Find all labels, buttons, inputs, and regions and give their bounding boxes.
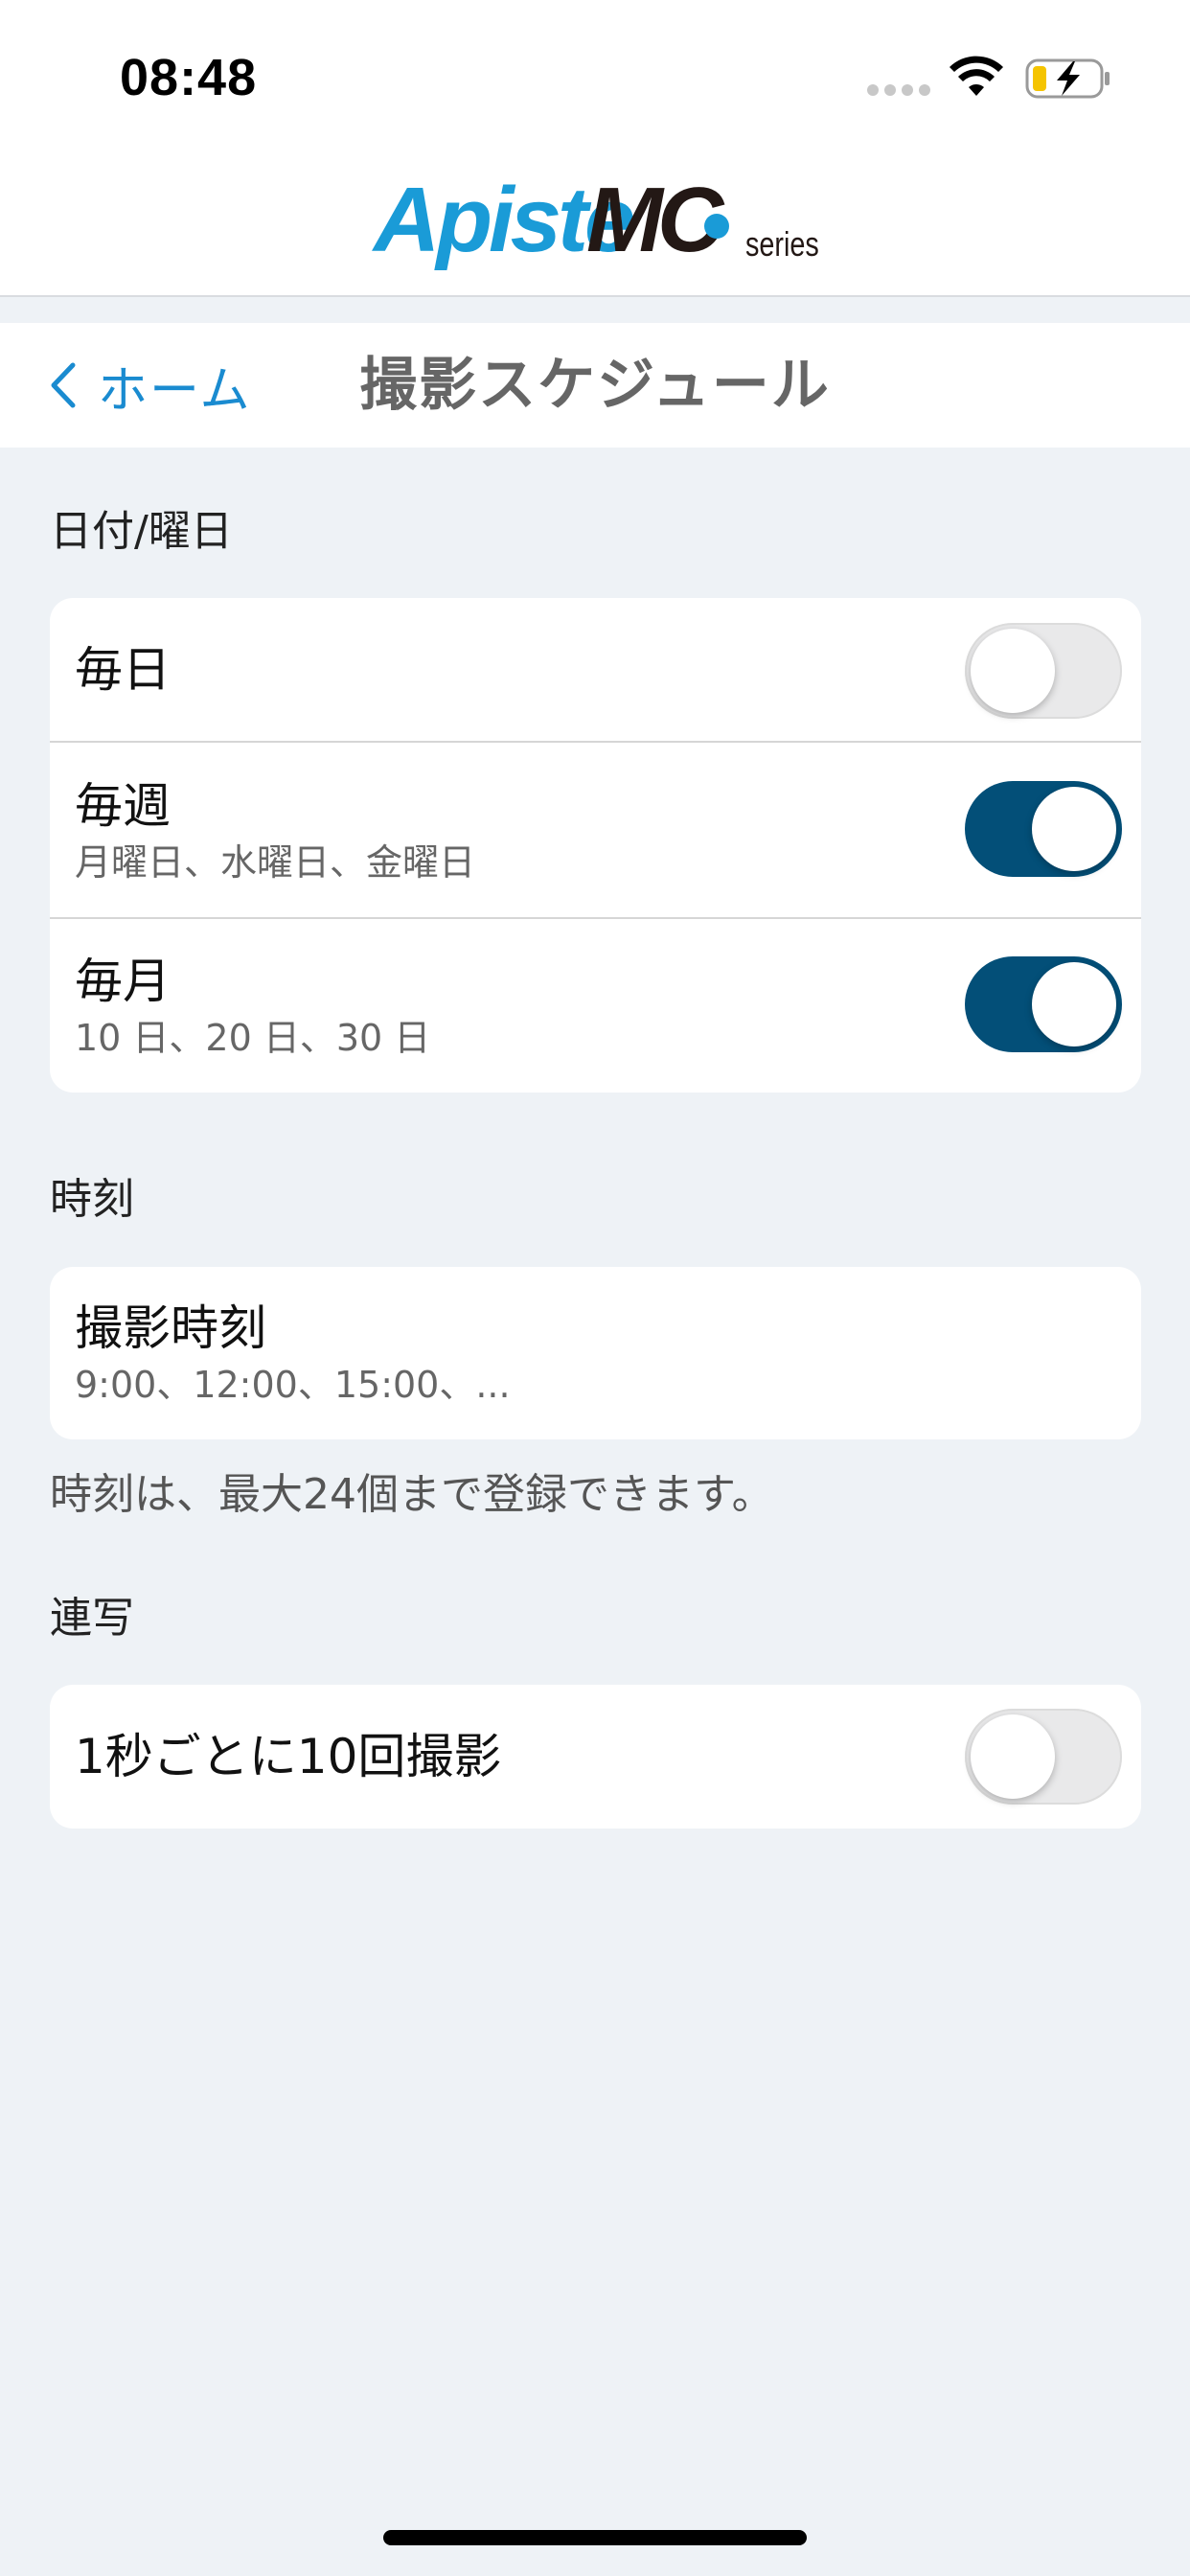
- row-burst[interactable]: 1秒ごとに10回撮影: [50, 1685, 1141, 1828]
- row-daily[interactable]: 毎日: [50, 598, 1141, 742]
- row-weekly[interactable]: 毎週 月曜日、水曜日、金曜日: [50, 743, 1141, 917]
- date-schedule-card: 毎日 毎週 月曜日、水曜日、金曜日 毎月 10 日、20 日、30 日: [50, 598, 1141, 1092]
- burst-card: 1秒ごとに10回撮影: [50, 1685, 1141, 1828]
- time-card[interactable]: 撮影時刻 9:00、12:00、15:00、...: [50, 1267, 1141, 1439]
- battery-charging-icon: [1025, 58, 1110, 99]
- toggle-weekly[interactable]: [965, 781, 1122, 877]
- signal-dots-icon: [867, 84, 930, 96]
- navigation-bar: 撮影スケジュール ホーム: [0, 323, 1190, 448]
- toggle-monthly[interactable]: [965, 956, 1122, 1052]
- back-label: ホーム: [98, 361, 252, 420]
- status-bar: 08:48: [0, 0, 1190, 144]
- back-button[interactable]: ホーム: [46, 352, 252, 420]
- row-title-burst: 1秒ごとに10回撮影: [75, 1729, 502, 1784]
- row-subtitle-capture-time: 9:00、12:00、15:00、...: [75, 1364, 511, 1406]
- status-time: 08:48: [120, 49, 258, 106]
- row-subtitle-monthly: 10 日、20 日、30 日: [75, 1017, 431, 1059]
- wifi-icon: [950, 56, 1003, 96]
- logo-header: Apiste MC series: [0, 144, 1190, 297]
- home-indicator[interactable]: [383, 2530, 807, 2545]
- screen: 08:48 Apiste MC series 撮影スケジュール ホーム 日付/曜…: [0, 0, 1190, 2576]
- row-title-weekly: 毎週: [75, 778, 171, 834]
- row-title-monthly: 毎月: [75, 954, 171, 1009]
- brand-logo: Apiste MC series: [374, 168, 824, 273]
- logo-brand-right: MC: [586, 169, 723, 271]
- row-title-daily: 毎日: [75, 642, 171, 698]
- logo-suffix: series: [745, 224, 819, 264]
- row-monthly[interactable]: 毎月 10 日、20 日、30 日: [50, 919, 1141, 1092]
- logo-dot: [704, 214, 729, 239]
- section-header-burst: 連写: [50, 1594, 134, 1643]
- section-header-date: 日付/曜日: [50, 507, 233, 556]
- row-subtitle-weekly: 月曜日、水曜日、金曜日: [75, 841, 476, 884]
- time-note: 時刻は、最大24個まで登録できます。: [50, 1470, 774, 1519]
- chevron-left-icon: [51, 362, 76, 408]
- section-header-time: 時刻: [50, 1175, 134, 1224]
- toggle-daily[interactable]: [965, 623, 1122, 719]
- toggle-burst[interactable]: [965, 1709, 1122, 1805]
- row-title-capture-time: 撮影時刻: [75, 1300, 266, 1356]
